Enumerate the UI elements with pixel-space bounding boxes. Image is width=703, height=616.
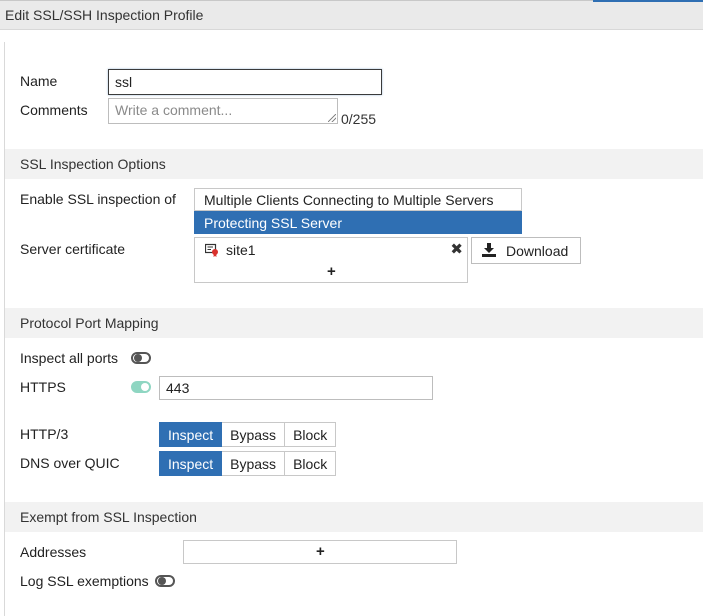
option-label: Multiple Clients Connecting to Multiple … [204,192,494,208]
server-certificate-label: Server certificate [20,241,126,257]
certificate-name: site1 [226,242,256,258]
name-label: Name [20,73,58,89]
comments-textarea[interactable] [108,98,338,124]
http3-bypass-option[interactable]: Bypass [222,422,286,447]
option-label: Protecting SSL Server [204,215,342,231]
dns-quic-block-option[interactable]: Block [285,451,337,476]
http3-label: HTTP/3 [20,426,69,442]
toggle-knob [134,354,142,362]
add-address-icon[interactable]: + [316,543,325,560]
https-toggle[interactable] [131,381,151,393]
https-label: HTTPS [20,379,66,395]
download-label: Download [506,243,569,259]
log-ssl-exemptions-label: Log SSL exemptions [20,573,149,589]
section-protocol-port-mapping: Protocol Port Mapping [5,308,703,338]
http3-action-selector[interactable]: Inspect Bypass Block [159,422,337,447]
enable-ssl-inspection-label: Enable SSL inspection of [20,191,176,207]
http3-block-option[interactable]: Block [285,422,337,447]
http3-inspect-option[interactable]: Inspect [159,422,223,447]
https-port-input[interactable] [159,376,433,400]
titlebar-accent-line [593,0,703,2]
section-title: SSL Inspection Options [20,156,166,172]
certificate-icon [205,243,218,257]
inspect-all-ports-label: Inspect all ports [20,350,119,366]
inspect-all-ports-toggle[interactable] [131,352,151,364]
option-protecting-ssl-server[interactable]: Protecting SSL Server [194,211,522,234]
log-ssl-exemptions-toggle[interactable] [155,575,175,587]
add-certificate-icon[interactable]: + [327,263,336,280]
section-ssl-inspection-options: SSL Inspection Options [5,149,703,179]
comments-char-counter: 0/255 [341,111,377,127]
dialog-titlebar: Edit SSL/SSH Inspection Profile [0,0,703,30]
dns-over-quic-action-selector[interactable]: Inspect Bypass Block [159,451,337,476]
addresses-field[interactable]: + [183,540,457,564]
dns-quic-bypass-option[interactable]: Bypass [222,451,286,476]
section-title: Protocol Port Mapping [20,315,159,331]
comments-label: Comments [20,102,88,118]
download-button[interactable]: Download [471,237,581,264]
section-title: Exempt from SSL Inspection [20,509,197,525]
download-icon [482,243,496,257]
addresses-label: Addresses [20,544,87,560]
name-input[interactable] [108,69,382,95]
server-certificate-field[interactable]: site1 ✖ + [194,237,468,283]
resize-grip-icon[interactable] [328,114,336,122]
toggle-knob [158,577,166,585]
toggle-knob [141,383,149,391]
remove-certificate-icon[interactable]: ✖ [450,240,463,258]
dialog-title: Edit SSL/SSH Inspection Profile [5,7,204,23]
section-exempt-from-ssl-inspection: Exempt from SSL Inspection [5,502,703,532]
dns-quic-inspect-option[interactable]: Inspect [159,451,223,476]
dns-over-quic-label: DNS over QUIC [20,455,120,471]
option-multiple-clients[interactable]: Multiple Clients Connecting to Multiple … [194,188,522,211]
